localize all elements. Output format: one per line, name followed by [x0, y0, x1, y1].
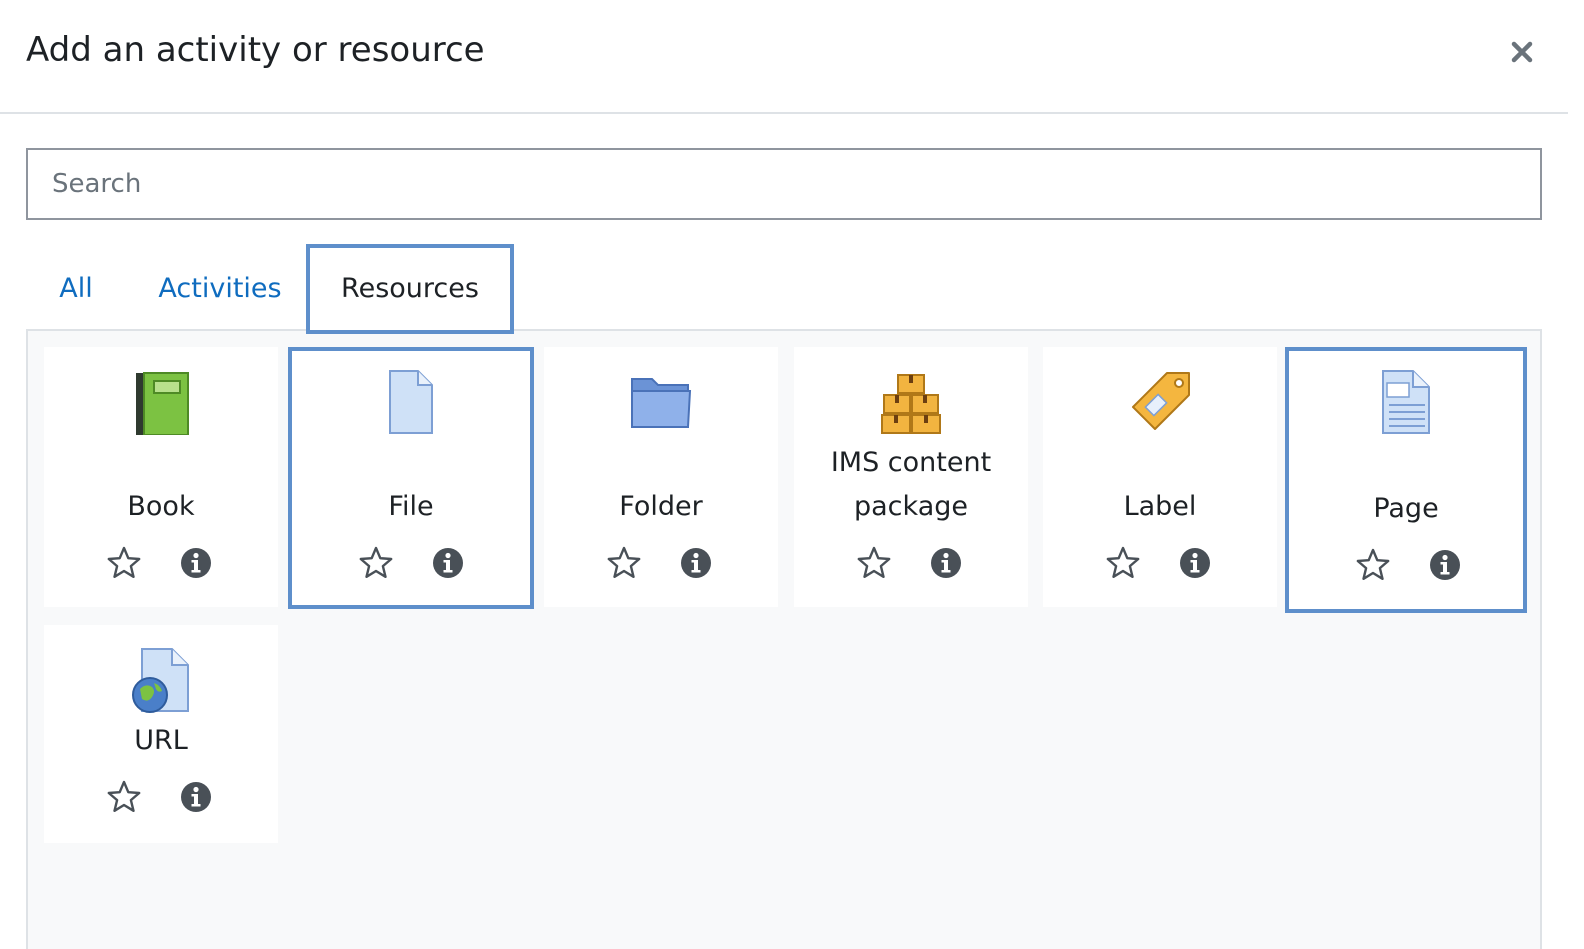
book-icon — [136, 372, 189, 435]
star-button[interactable] — [1105, 545, 1141, 581]
tab-list: All Activities Resources — [26, 244, 1542, 334]
close-icon — [1511, 41, 1533, 63]
info-circle-icon — [181, 782, 211, 812]
star-button[interactable] — [606, 545, 642, 581]
info-button[interactable] — [1427, 547, 1463, 583]
resource-name: Label — [1123, 491, 1197, 522]
star-button[interactable] — [106, 545, 142, 581]
package-icon — [881, 374, 941, 434]
resource-grid: Book File Folder IMS content package Lab… — [26, 329, 1542, 949]
search-box — [26, 148, 1542, 220]
file-icon — [389, 370, 433, 434]
url-icon — [132, 648, 189, 713]
star-outline-icon — [1356, 548, 1390, 580]
modal-header: Add an activity or resource — [0, 0, 1568, 114]
info-circle-icon — [1430, 550, 1460, 580]
resource-card-ims-content-package[interactable]: IMS content package — [794, 347, 1028, 607]
info-circle-icon — [931, 548, 961, 578]
search-input[interactable] — [28, 150, 1540, 218]
resource-name-line-2: package — [854, 491, 968, 522]
star-outline-icon — [107, 780, 141, 812]
info-button[interactable] — [928, 545, 964, 581]
page-icon — [1382, 370, 1430, 434]
info-circle-icon — [681, 548, 711, 578]
resource-name: Folder — [619, 491, 703, 522]
info-button[interactable] — [1177, 545, 1213, 581]
resource-card-page[interactable]: Page — [1285, 347, 1527, 613]
star-button[interactable] — [1355, 547, 1391, 583]
resource-card-file[interactable]: File — [288, 347, 534, 609]
info-button[interactable] — [430, 545, 466, 581]
info-button[interactable] — [178, 779, 214, 815]
resource-name: File — [388, 491, 434, 522]
resource-name: URL — [134, 725, 188, 756]
info-circle-icon — [1180, 548, 1210, 578]
star-button[interactable] — [106, 779, 142, 815]
star-outline-icon — [359, 546, 393, 578]
star-outline-icon — [1106, 546, 1140, 578]
resource-card-label[interactable]: Label — [1043, 347, 1277, 607]
star-outline-icon — [607, 546, 641, 578]
star-button[interactable] — [856, 545, 892, 581]
star-outline-icon — [107, 546, 141, 578]
star-button[interactable] — [358, 545, 394, 581]
resource-card-url[interactable]: URL — [44, 625, 278, 843]
tab-resources[interactable]: Resources — [306, 244, 514, 334]
modal-title: Add an activity or resource — [26, 30, 485, 70]
resource-name: Page — [1373, 493, 1439, 524]
label-icon — [1132, 372, 1190, 430]
info-button[interactable] — [178, 545, 214, 581]
info-circle-icon — [433, 548, 463, 578]
resource-card-book[interactable]: Book — [44, 347, 278, 607]
resource-name: Book — [127, 491, 195, 522]
info-circle-icon — [181, 548, 211, 578]
tab-all[interactable]: All — [46, 244, 106, 334]
info-button[interactable] — [678, 545, 714, 581]
folder-icon — [631, 378, 692, 428]
star-outline-icon — [857, 546, 891, 578]
tab-activities[interactable]: Activities — [150, 244, 290, 334]
close-button[interactable] — [1500, 30, 1544, 74]
resource-name-line-1: IMS content — [830, 447, 992, 478]
resource-card-folder[interactable]: Folder — [544, 347, 778, 607]
